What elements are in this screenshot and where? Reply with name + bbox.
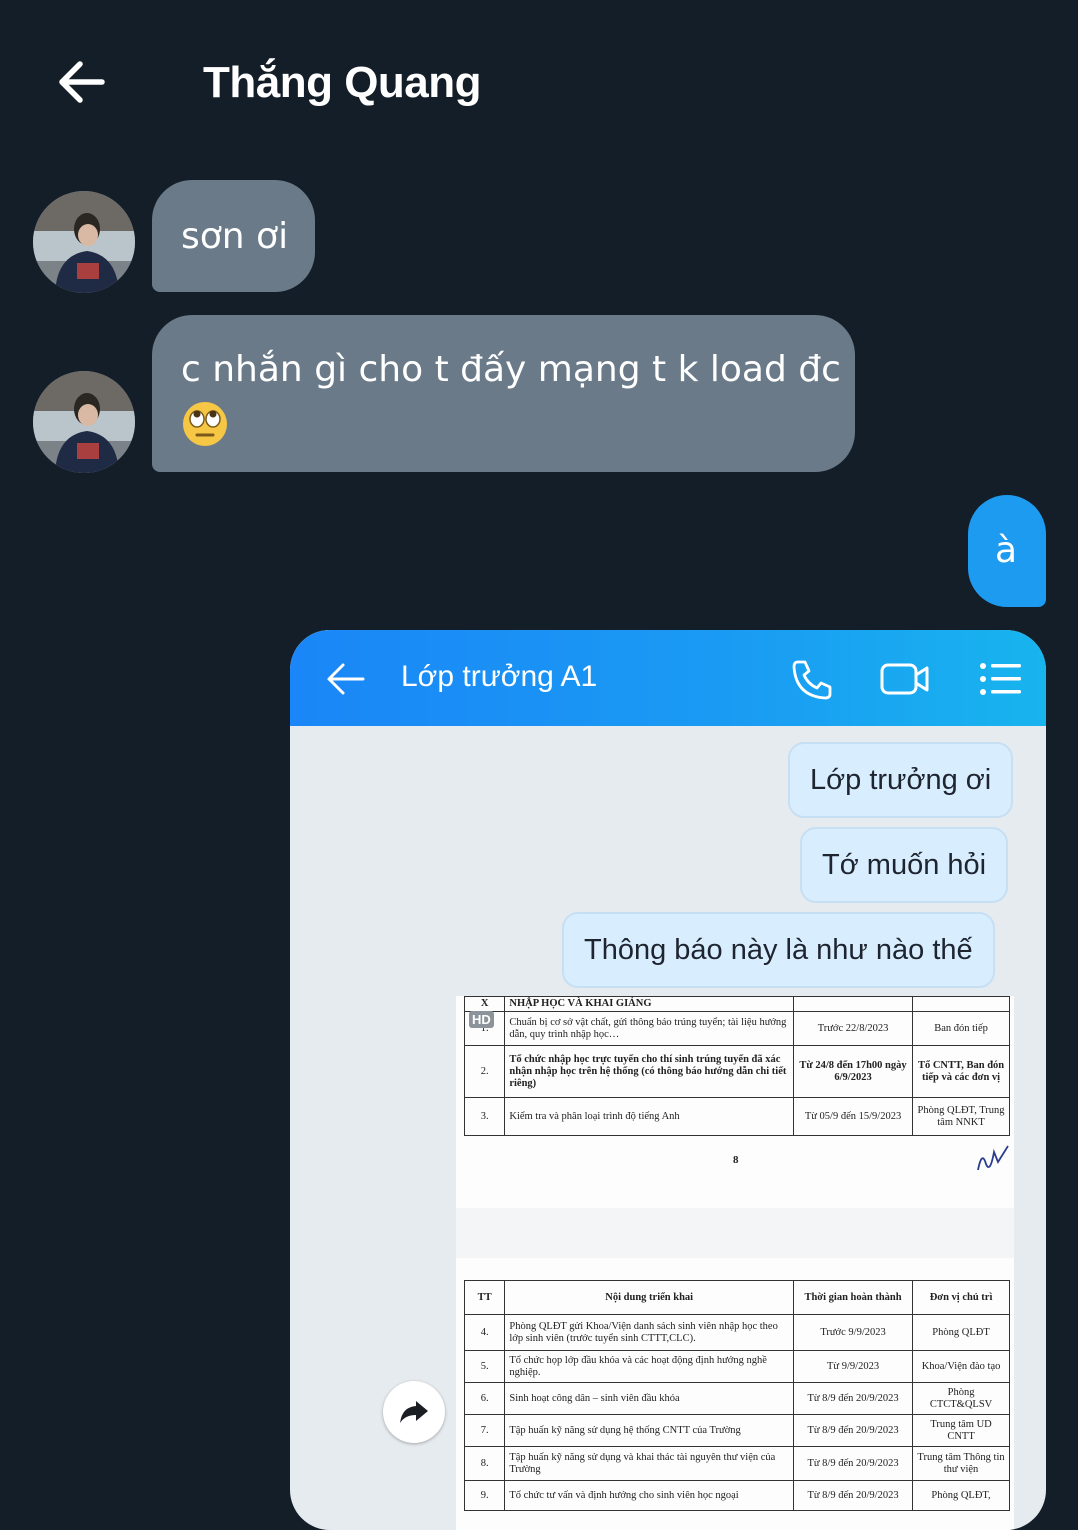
message-bubble-outgoing[interactable]: à — [968, 495, 1046, 607]
list-menu-icon — [980, 663, 1021, 695]
back-arrow-icon[interactable] — [52, 54, 108, 110]
back-arrow-icon — [327, 663, 365, 695]
schedule-table-top: X NHẬP HỌC VÀ KHAI GIẢNG 1. Chuẩn bị cơ … — [463, 996, 1010, 1136]
hd-badge: HD — [469, 1011, 494, 1028]
forward-button[interactable] — [383, 1381, 445, 1443]
video-camera-icon — [880, 663, 929, 695]
message-text: sơn ơi — [181, 216, 289, 257]
screenshot-bubble: Lớp trưởng ơi — [788, 742, 1014, 818]
screenshot-header: Lớp trưởng A1 — [290, 630, 1046, 726]
chat-title[interactable]: Thắng Quang — [203, 58, 482, 108]
message-text: c nhắn gì cho t đấy mạng t k load đc — [181, 349, 841, 390]
avatar[interactable] — [33, 191, 135, 293]
document-image: X NHẬP HỌC VÀ KHAI GIẢNG 1. Chuẩn bị cơ … — [456, 996, 1014, 1530]
message-bubble-incoming[interactable]: c nhắn gì cho t đấy mạng t k load đc — [152, 315, 855, 472]
page-number: 8 — [733, 1154, 739, 1166]
eye-roll-emoji-icon — [183, 402, 227, 446]
schedule-table-bottom: TT Nội dung triển khai Thời gian hoàn th… — [463, 1280, 1010, 1511]
message-bubble-incoming[interactable]: sơn ơi — [152, 180, 315, 292]
signature-mark — [977, 1145, 1009, 1171]
screenshot-bubble: Thông báo này là như nào thế — [562, 912, 995, 988]
message-text: à — [995, 530, 1018, 571]
avatar[interactable] — [33, 371, 135, 473]
phone-icon — [792, 660, 832, 700]
screenshot-bubble: Tớ muốn hỏi — [800, 827, 1009, 903]
page-break — [456, 1208, 1014, 1258]
screenshot-title: Lớp trưởng A1 — [401, 660, 598, 693]
forward-icon — [400, 1401, 428, 1423]
